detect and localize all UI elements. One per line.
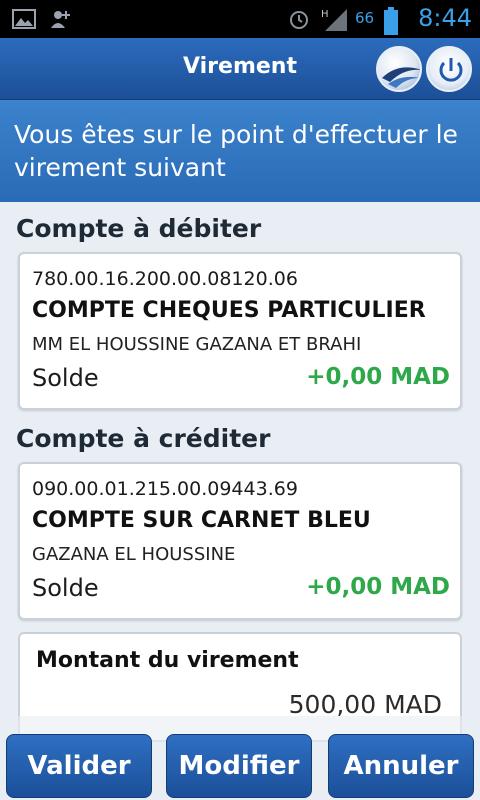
intro-banner: Vous êtes sur le point d'effectuer le vi… xyxy=(0,100,480,202)
debit-account-type: COMPTE CHEQUES PARTICULIER xyxy=(32,298,426,323)
credit-section-label: Compte à créditer xyxy=(16,424,271,453)
bank-logo-icon[interactable] xyxy=(376,46,422,92)
status-bar: H 66 8:44 xyxy=(0,0,480,38)
modify-button[interactable]: Modifier xyxy=(166,734,312,798)
battery-icon xyxy=(384,7,408,35)
validate-button[interactable]: Valider xyxy=(6,734,152,798)
debit-account-holder: MM EL HOUSSINE GAZANA ET BRAHI xyxy=(32,334,362,355)
signal-h-icon: H xyxy=(321,7,347,31)
credit-balance-value: +0,00 MAD xyxy=(306,574,450,600)
debit-balance-label: Solde xyxy=(32,364,99,392)
power-icon[interactable] xyxy=(426,46,472,92)
debit-section-label: Compte à débiter xyxy=(16,214,262,243)
battery-level: 66 xyxy=(355,9,375,27)
credit-account-holder: GAZANA EL HOUSSINE xyxy=(32,544,236,565)
amount-value: 500,00 MAD xyxy=(288,690,442,719)
status-time: 8:44 xyxy=(418,4,472,32)
debit-account-number: 780.00.16.200.00.08120.06 xyxy=(32,268,298,290)
app-header: Virement xyxy=(0,38,480,100)
image-icon xyxy=(12,8,36,30)
credit-balance-label: Solde xyxy=(32,574,99,602)
cancel-button[interactable]: Annuler xyxy=(328,734,474,798)
debit-balance-value: +0,00 MAD xyxy=(306,364,450,390)
credit-account-number: 090.00.01.215.00.09443.69 xyxy=(32,478,298,500)
alarm-icon xyxy=(287,7,311,29)
credit-account-type: COMPTE SUR CARNET BLEU xyxy=(32,508,371,533)
credit-account-card: 090.00.01.215.00.09443.69 COMPTE SUR CAR… xyxy=(18,462,462,620)
debit-account-card: 780.00.16.200.00.08120.06 COMPTE CHEQUES… xyxy=(18,252,462,410)
svg-text:H: H xyxy=(321,9,329,20)
amount-label: Montant du virement xyxy=(36,648,299,673)
contact-add-icon xyxy=(48,8,72,30)
